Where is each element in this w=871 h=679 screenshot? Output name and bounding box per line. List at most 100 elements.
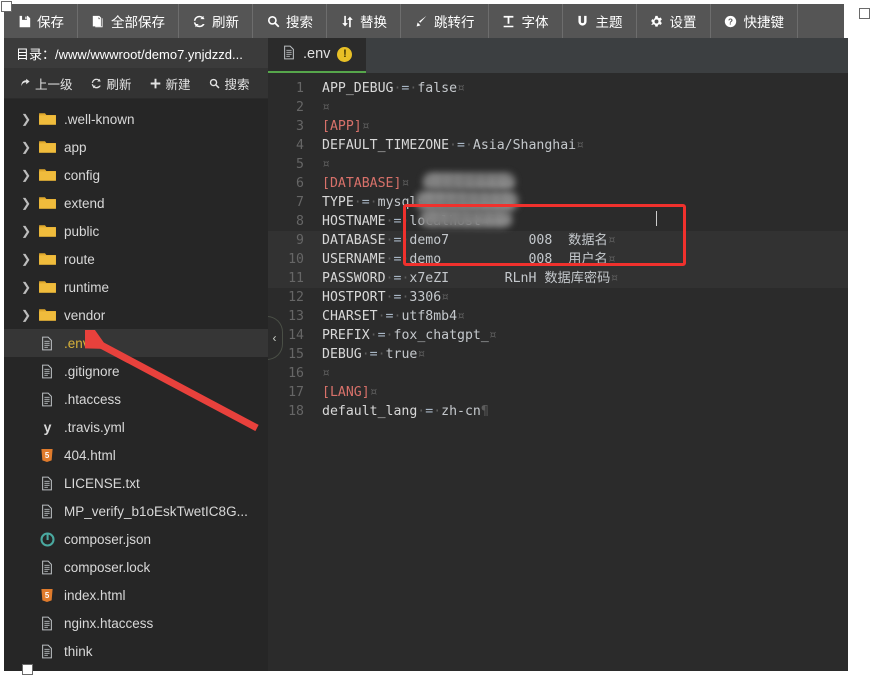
- code-line-text[interactable]: USERNAME·=·demo 008 用户名¤: [314, 250, 616, 269]
- tree-item-label: vendor: [64, 308, 105, 323]
- chevron-right-icon[interactable]: ❯: [18, 168, 34, 182]
- toolbar-save-label: 保存: [37, 11, 64, 31]
- svg-text:?: ?: [728, 17, 733, 26]
- code-line-text[interactable]: HOSTPORT·=·3306¤: [314, 288, 449, 307]
- line-number: 10: [268, 250, 314, 269]
- code-line-text[interactable]: ¤: [314, 155, 330, 174]
- line-number: 3: [268, 117, 314, 136]
- new-file-button[interactable]: 新建: [143, 71, 198, 96]
- code-line-text[interactable]: DEFAULT_TIMEZONE·=·Asia/Shanghai¤: [314, 136, 584, 155]
- tree-item-think[interactable]: ❯think: [4, 637, 268, 665]
- chevron-left-icon: ‹: [273, 331, 277, 345]
- toolbar-save-button[interactable]: 保存: [4, 4, 78, 38]
- code-line-text[interactable]: PREFIX·=·fox_chatgpt_¤: [314, 326, 497, 345]
- tree-item-public[interactable]: ❯public: [4, 217, 268, 245]
- line-number: 7: [268, 193, 314, 212]
- code-line-text[interactable]: ¤: [314, 364, 330, 383]
- tree-item-gitignore[interactable]: ❯.gitignore: [4, 357, 268, 385]
- code-line-text[interactable]: [APP]¤: [314, 117, 370, 136]
- chevron-right-icon[interactable]: ❯: [18, 252, 34, 266]
- toolbar-search-button[interactable]: 搜索: [253, 4, 327, 38]
- up-level-icon: [19, 77, 31, 89]
- toolbar-settings-button[interactable]: 设置: [637, 4, 711, 38]
- toolbar-goto-line-label: 跳转行: [434, 11, 475, 31]
- tree-item-nginx-htaccess[interactable]: ❯nginx.htaccess: [4, 609, 268, 637]
- chevron-right-icon[interactable]: ❯: [18, 196, 34, 210]
- search-file-button[interactable]: 搜索: [202, 71, 257, 96]
- chevron-right-icon[interactable]: ❯: [18, 224, 34, 238]
- code-line-text[interactable]: CHARSET·=·utf8mb4¤: [314, 307, 465, 326]
- tree-item-env[interactable]: ❯.env: [4, 329, 268, 357]
- line-number: 4: [268, 136, 314, 155]
- chevron-right-icon[interactable]: ❯: [18, 140, 34, 154]
- toolbar-replace-button[interactable]: 替换: [327, 4, 401, 38]
- toolbar-refresh-label: 刷新: [212, 11, 239, 31]
- directory-path-label: 目录：/www/wwwroot/demo7.ynjdzzd...: [16, 44, 243, 63]
- chevron-right-icon[interactable]: ❯: [18, 308, 34, 322]
- tree-item-label: 404.html: [64, 448, 116, 463]
- chevron-right-icon[interactable]: ❯: [18, 112, 34, 126]
- code-line-text[interactable]: default_lang·=·zh-cn¶: [314, 402, 489, 421]
- toolbar-refresh-button[interactable]: 刷新: [179, 4, 253, 38]
- main-toolbar: 保存 全部保存 刷新 搜索 替换 跳转行 字体 主题: [4, 4, 844, 38]
- tree-item-index-html[interactable]: ❯5index.html: [4, 581, 268, 609]
- tree-item-vendor[interactable]: ❯ vendor: [4, 301, 268, 329]
- toolbar-goto-line-button[interactable]: 跳转行: [401, 4, 489, 38]
- code-line-text[interactable]: DATABASE·=·demo7 008 数据名¤: [314, 231, 616, 250]
- code-line-text[interactable]: TYPE·=·mysql¤: [314, 193, 425, 212]
- code-line-text[interactable]: APP_DEBUG·=·false¤: [314, 79, 465, 98]
- toolbar-save-all-button[interactable]: 全部保存: [78, 4, 179, 38]
- code-editor[interactable]: 1APP_DEBUG·=·false¤2¤3[APP]¤4DEFAULT_TIM…: [268, 74, 848, 671]
- tree-item-config[interactable]: ❯config: [4, 161, 268, 189]
- save-all-icon: [91, 14, 105, 28]
- code-line-text[interactable]: PASSWORD·=·x7eZI RLnH 数据库密码¤: [314, 269, 618, 288]
- yaml-icon: y: [36, 420, 58, 435]
- tree-item-htaccess[interactable]: ❯.htaccess: [4, 385, 268, 413]
- goto-line-icon: [414, 14, 428, 28]
- chevron-right-icon[interactable]: ❯: [18, 280, 34, 294]
- directory-path-bar[interactable]: 目录：/www/wwwroot/demo7.ynjdzzd...: [4, 38, 268, 68]
- line-number: 2: [268, 98, 314, 117]
- tree-item-route[interactable]: ❯route: [4, 245, 268, 273]
- tree-item-well-known[interactable]: ❯.well-known: [4, 105, 268, 133]
- toolbar-theme-button[interactable]: 主题: [563, 4, 637, 38]
- code-line-text[interactable]: [LANG]¤: [314, 383, 378, 402]
- code-line: 11PASSWORD·=·x7eZI RLnH 数据库密码¤: [268, 269, 848, 288]
- tree-item-mp-verify-b1oesktwetic8g[interactable]: ❯MP_verify_b1oEskTwetIC8G...: [4, 497, 268, 525]
- toolbar-shortcuts-button[interactable]: ? 快捷键: [711, 4, 799, 38]
- refresh-dir-button[interactable]: 刷新: [84, 71, 139, 96]
- toolbar-theme-label: 主题: [596, 11, 623, 31]
- tree-item-license-txt[interactable]: ❯LICENSE.txt: [4, 469, 268, 497]
- tree-item-app[interactable]: ❯app: [4, 133, 268, 161]
- resize-handle-top-right[interactable]: [859, 8, 870, 19]
- resize-handle-top-left[interactable]: [1, 1, 12, 12]
- tree-item-label: runtime: [64, 280, 109, 295]
- tree-item-composer-lock[interactable]: ❯composer.lock: [4, 553, 268, 581]
- gear-icon: [650, 14, 664, 28]
- folder-icon: [36, 196, 58, 210]
- folder-icon: [36, 140, 58, 154]
- tree-item-runtime[interactable]: ❯ runtime: [4, 273, 268, 301]
- code-line: 12HOSTPORT·=·3306¤: [268, 288, 848, 307]
- resize-handle-bottom-left[interactable]: [22, 664, 33, 675]
- up-level-label: 上一级: [35, 74, 73, 93]
- tab-env[interactable]: .env !: [268, 38, 366, 73]
- code-line: 10USERNAME·=·demo 008 用户名¤: [268, 250, 848, 269]
- line-number: 6: [268, 174, 314, 193]
- tree-item-composer-json[interactable]: ❯composer.json: [4, 525, 268, 553]
- toolbar-font-button[interactable]: 字体: [489, 4, 563, 38]
- tree-item-404-html[interactable]: ❯5404.html: [4, 441, 268, 469]
- file-icon: [36, 644, 58, 659]
- code-line-text[interactable]: [DATABASE]¤: [314, 174, 409, 193]
- up-level-button[interactable]: 上一级: [12, 71, 80, 96]
- toolbar-shortcuts-label: 快捷键: [744, 11, 785, 31]
- code-line-text[interactable]: ¤: [314, 98, 330, 117]
- text-caret: [656, 211, 657, 226]
- code-line-text[interactable]: DEBUG·=·true¤: [314, 345, 425, 364]
- code-line: 5¤: [268, 155, 848, 174]
- tree-item-travis-yml[interactable]: ❯y.travis.yml: [4, 413, 268, 441]
- tree-item-extend[interactable]: ❯extend: [4, 189, 268, 217]
- tree-item-label: .htaccess: [64, 392, 121, 407]
- code-line: 2¤: [268, 98, 848, 117]
- code-line: 16¤: [268, 364, 848, 383]
